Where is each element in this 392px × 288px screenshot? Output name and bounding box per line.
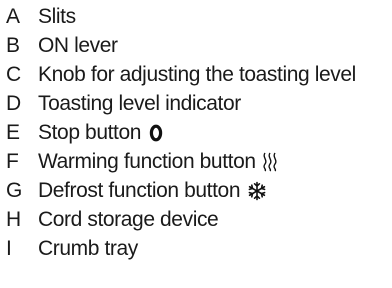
- item-letter: D: [6, 92, 21, 115]
- legend-item-i: I Crumb tray: [6, 234, 390, 263]
- item-label: Stop button: [38, 121, 142, 144]
- item-label: Warming function button: [38, 150, 256, 173]
- legend-item-d: D Toasting level indicator: [6, 89, 390, 118]
- item-label: Crumb tray: [38, 237, 138, 260]
- item-letter: E: [6, 121, 20, 144]
- item-letter: F: [6, 150, 19, 173]
- legend-item-c: C Knob for adjusting the toasting level: [6, 60, 390, 89]
- item-letter: I: [6, 237, 12, 260]
- parts-legend: A Slits B ON lever C Knob for adjusting …: [6, 2, 390, 263]
- snowflake-icon: [247, 181, 267, 201]
- stop-icon: [149, 124, 163, 142]
- legend-item-a: A Slits: [6, 2, 390, 31]
- item-letter: C: [6, 63, 21, 86]
- warming-icon: [262, 152, 278, 172]
- item-letter: H: [6, 208, 21, 231]
- legend-item-h: H Cord storage device: [6, 205, 390, 234]
- legend-item-f: F Warming function button: [6, 147, 390, 176]
- item-letter: B: [6, 34, 20, 57]
- legend-item-g: G Defrost function button: [6, 176, 390, 205]
- item-label: Knob for adjusting the toasting level: [38, 63, 356, 86]
- item-letter: G: [6, 179, 22, 202]
- item-label: Toasting level indicator: [38, 92, 241, 115]
- item-label: Slits: [38, 5, 76, 28]
- item-label: ON lever: [38, 34, 118, 57]
- item-label: Defrost function button: [38, 179, 241, 202]
- legend-item-e: E Stop button: [6, 118, 390, 147]
- item-letter: A: [6, 5, 20, 28]
- legend-item-b: B ON lever: [6, 31, 390, 60]
- item-label: Cord storage device: [38, 208, 219, 231]
